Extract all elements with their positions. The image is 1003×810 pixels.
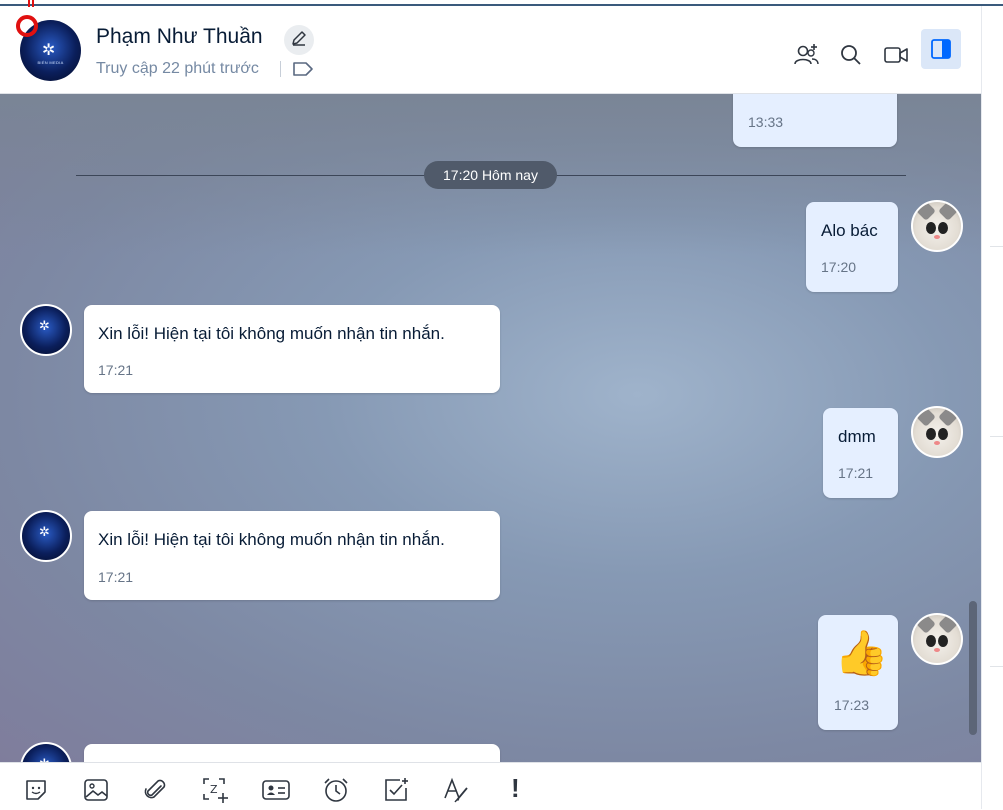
message-text: Xin lỗi! Hiện tại tôi không muốn nhận ti… bbox=[98, 324, 445, 343]
message-list[interactable]: 13:33 17:20 Hôm nay Alo bác 17:20 ✲ Xin … bbox=[0, 94, 981, 762]
format-text-icon[interactable] bbox=[441, 775, 471, 805]
message-text: dmm bbox=[838, 427, 876, 446]
pencil-icon bbox=[290, 29, 308, 52]
my-avatar[interactable] bbox=[911, 406, 963, 458]
message-bubble-incoming[interactable] bbox=[84, 744, 500, 762]
chat-header: ✲ BIỂN MEDIA Phạm Như Thuần Truy cập 22 … bbox=[0, 6, 981, 94]
contact-name[interactable]: Phạm Như Thuần bbox=[96, 25, 263, 49]
contact-card-icon[interactable] bbox=[261, 775, 291, 805]
sticker-icon[interactable] bbox=[21, 775, 51, 805]
message-time: 17:21 bbox=[98, 362, 134, 378]
tag-icon[interactable] bbox=[292, 60, 314, 83]
sidebar-toggle-icon[interactable] bbox=[921, 29, 961, 69]
contact-avatar-small[interactable]: ✲ bbox=[20, 510, 72, 562]
svg-text:Z: Z bbox=[210, 783, 218, 796]
status-separator bbox=[280, 61, 281, 77]
message-time: 13:33 bbox=[748, 114, 784, 130]
message-bubble-incoming[interactable]: Xin lỗi! Hiện tại tôi không muốn nhận ti… bbox=[84, 511, 500, 600]
thumbs-up-icon: 👍 bbox=[834, 628, 889, 679]
edit-name-button[interactable] bbox=[284, 25, 314, 55]
message-text: Xin lỗi! Hiện tại tôi không muốn nhận ti… bbox=[98, 530, 445, 549]
urgent-icon[interactable]: ! bbox=[511, 773, 520, 804]
message-time: 17:20 bbox=[821, 259, 857, 275]
red-annotation-circle bbox=[16, 15, 38, 37]
task-icon[interactable] bbox=[381, 775, 411, 805]
reminder-icon[interactable] bbox=[321, 775, 351, 805]
composer-toolbar: Z ! bbox=[0, 762, 981, 810]
message-bubble-outgoing[interactable]: dmm 17:21 bbox=[823, 408, 898, 498]
message-time: 17:21 bbox=[838, 465, 874, 481]
image-icon[interactable] bbox=[81, 775, 111, 805]
search-icon[interactable] bbox=[833, 37, 869, 73]
add-member-icon[interactable] bbox=[788, 37, 824, 73]
message-bubble-outgoing[interactable]: Alo bác 17:20 bbox=[806, 202, 898, 292]
contact-avatar-small[interactable]: ✲ bbox=[20, 742, 72, 762]
message-bubble-outgoing[interactable]: 13:33 bbox=[733, 94, 897, 147]
date-divider: 17:20 Hôm nay bbox=[424, 161, 557, 189]
message-bubble-outgoing[interactable]: 👍 17:23 bbox=[818, 615, 898, 730]
message-text: Alo bác bbox=[821, 221, 878, 240]
my-avatar[interactable] bbox=[911, 613, 963, 665]
scrollbar-thumb[interactable] bbox=[969, 601, 977, 735]
message-time: 17:23 bbox=[834, 697, 870, 713]
side-panel-edge bbox=[981, 6, 1003, 809]
message-time: 17:21 bbox=[98, 569, 134, 585]
my-avatar[interactable] bbox=[911, 200, 963, 252]
last-seen-status: Truy cập 22 phút trước bbox=[96, 60, 259, 77]
red-annotation-mark bbox=[28, 0, 34, 7]
video-call-icon[interactable] bbox=[878, 37, 914, 73]
message-bubble-incoming[interactable]: Xin lỗi! Hiện tại tôi không muốn nhận ti… bbox=[84, 305, 500, 393]
screenshot-icon[interactable]: Z bbox=[200, 775, 230, 805]
contact-avatar-small[interactable]: ✲ bbox=[20, 304, 72, 356]
attachment-icon[interactable] bbox=[141, 775, 171, 805]
